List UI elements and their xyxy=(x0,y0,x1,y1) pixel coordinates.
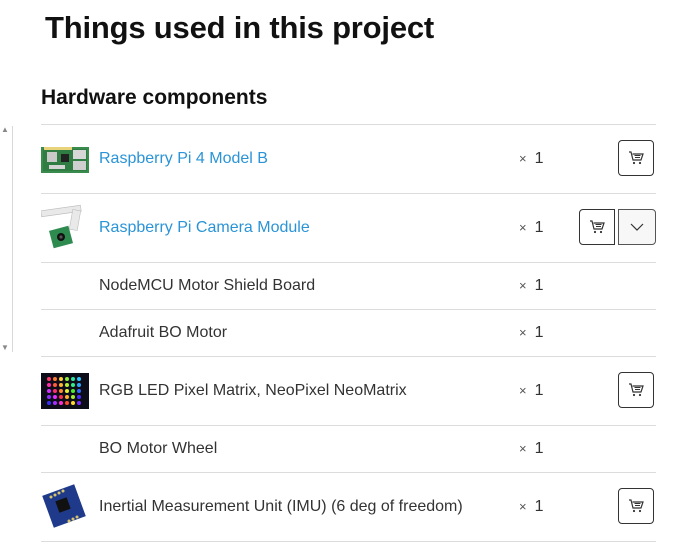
quantity-value: 1 xyxy=(534,324,544,341)
scroll-up-arrow-icon[interactable]: ▲ xyxy=(1,126,9,134)
list-item: Raspberry Pi 4 Model B × 1 xyxy=(41,125,656,194)
imu-board-image xyxy=(41,483,89,531)
add-to-cart-button[interactable] xyxy=(579,209,615,245)
quantity-value: 1 xyxy=(534,150,544,167)
section-heading: Hardware components xyxy=(41,86,268,109)
list-item: Raspberry Pi Camera Module × 1 xyxy=(41,194,656,263)
add-to-cart-button[interactable] xyxy=(618,372,654,408)
times-symbol: × xyxy=(519,278,527,293)
hardware-components-list: Raspberry Pi 4 Model B × 1 Raspberry Pi … xyxy=(41,124,656,542)
camera-module-image xyxy=(41,204,89,252)
chevron-down-icon xyxy=(630,223,644,231)
list-item: Inertial Measurement Unit (IMU) (6 deg o… xyxy=(41,473,656,542)
quantity: × 1 xyxy=(519,219,544,237)
times-symbol: × xyxy=(519,499,527,514)
list-item: BO Motor Wheel × 1 xyxy=(41,426,656,473)
component-name: BO Motor Wheel xyxy=(99,440,218,457)
list-item: RGB LED Pixel Matrix, NeoPixel NeoMatrix… xyxy=(41,357,656,426)
add-to-cart-button[interactable] xyxy=(618,140,654,176)
quantity: × 1 xyxy=(519,150,544,168)
quantity: × 1 xyxy=(519,498,544,516)
quantity: × 1 xyxy=(519,382,544,400)
quantity-value: 1 xyxy=(534,219,544,236)
led-matrix-image xyxy=(41,367,89,415)
component-name: RGB LED Pixel Matrix, NeoPixel NeoMatrix xyxy=(99,382,407,399)
times-symbol: × xyxy=(519,383,527,398)
component-name: Adafruit BO Motor xyxy=(99,324,228,341)
shopping-cart-icon xyxy=(629,499,644,513)
component-name: Inertial Measurement Unit (IMU) (6 deg o… xyxy=(99,498,463,515)
scrollbar[interactable]: ▲ ▼ xyxy=(0,126,13,352)
raspberry-pi-board-image xyxy=(41,135,89,183)
quantity: × 1 xyxy=(519,440,544,458)
component-link[interactable]: Raspberry Pi Camera Module xyxy=(99,219,310,237)
expand-options-button[interactable] xyxy=(618,209,656,245)
project-things-panel: Things used in this project ▲ ▼ Hardware… xyxy=(0,0,673,546)
quantity: × 1 xyxy=(519,277,544,295)
quantity-value: 1 xyxy=(534,382,544,399)
quantity-value: 1 xyxy=(534,498,544,515)
shopping-cart-icon xyxy=(629,383,644,397)
add-to-cart-button[interactable] xyxy=(618,488,654,524)
page-title: Things used in this project xyxy=(45,10,435,45)
list-item: NodeMCU Motor Shield Board × 1 xyxy=(41,263,656,310)
shopping-cart-icon xyxy=(629,151,644,165)
times-symbol: × xyxy=(519,441,527,456)
times-symbol: × xyxy=(519,325,527,340)
component-name: NodeMCU Motor Shield Board xyxy=(99,277,316,294)
times-symbol: × xyxy=(519,151,527,166)
quantity-value: 1 xyxy=(534,277,544,294)
list-item: Adafruit BO Motor × 1 xyxy=(41,310,656,357)
shopping-cart-icon xyxy=(590,220,605,234)
scroll-down-arrow-icon[interactable]: ▼ xyxy=(1,344,9,352)
quantity: × 1 xyxy=(519,324,544,342)
component-link[interactable]: Raspberry Pi 4 Model B xyxy=(99,150,268,168)
quantity-value: 1 xyxy=(534,440,544,457)
times-symbol: × xyxy=(519,220,527,235)
